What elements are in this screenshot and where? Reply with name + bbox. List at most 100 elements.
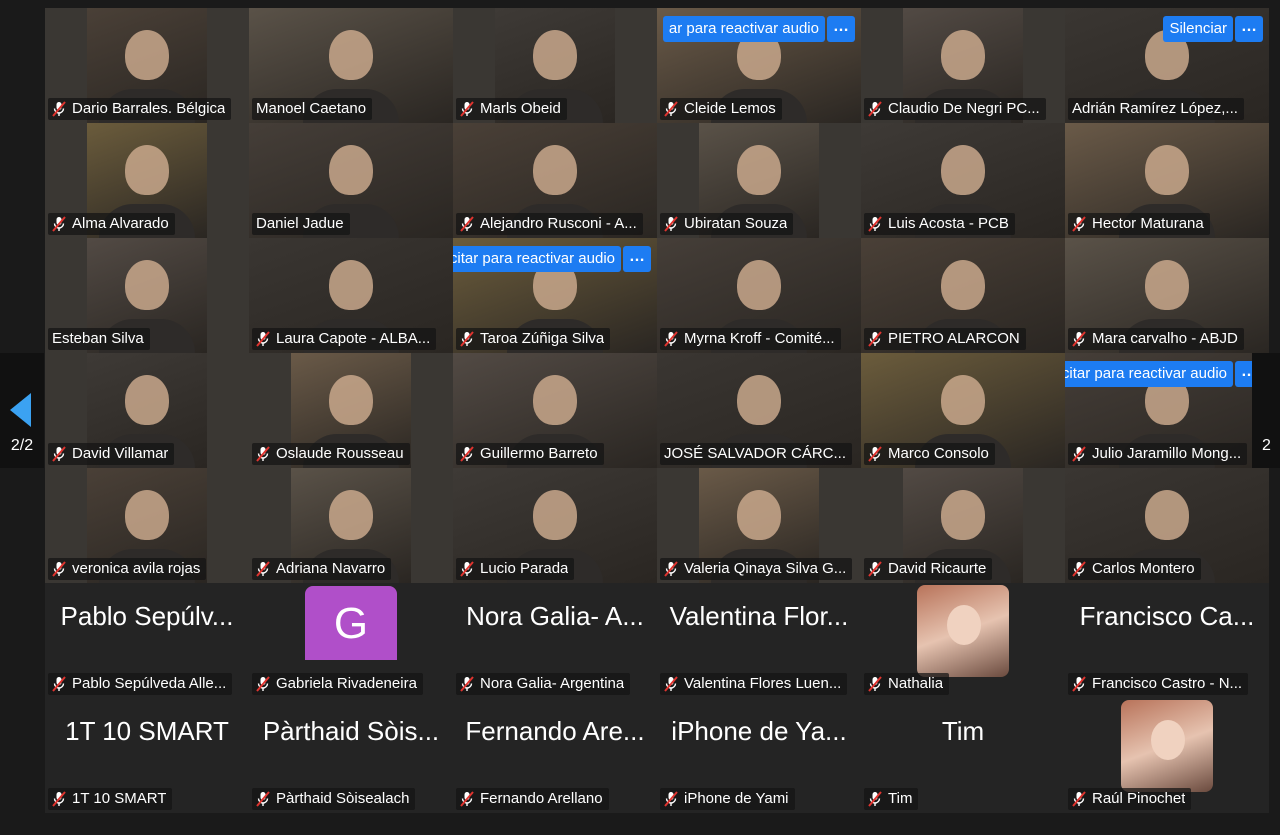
participant-tile[interactable]: Francisco Ca... Francisco Castro - N... bbox=[1065, 583, 1269, 698]
participant-tile[interactable]: Guillermo Barreto bbox=[453, 353, 657, 468]
avatar-initial: G bbox=[305, 586, 397, 660]
participant-tile[interactable]: Claudio De Negri PC... bbox=[861, 8, 1065, 123]
avatar-face bbox=[1151, 720, 1185, 760]
muted-mic-icon bbox=[1072, 331, 1086, 347]
unmute-request-button[interactable]: ar para reactivar audio bbox=[662, 16, 825, 42]
participant-name: Ubiratan Souza bbox=[684, 215, 788, 232]
participant-name: Mara carvalho - ABJD bbox=[1092, 330, 1238, 347]
muted-mic-icon bbox=[868, 561, 882, 577]
participant-tile[interactable]: Pablo Sepúlv... Pablo Sepúlveda Alle... bbox=[45, 583, 249, 698]
participant-tile[interactable]: iPhone de Ya... iPhone de Yami bbox=[657, 698, 861, 813]
participant-name: Valeria Qinaya Silva G... bbox=[684, 560, 847, 577]
participant-tile[interactable]: Myrna Kroff - Comité... bbox=[657, 238, 861, 353]
person-silhouette bbox=[125, 490, 169, 540]
participant-tile[interactable]: Laura Capote - ALBA... bbox=[249, 238, 453, 353]
muted-mic-icon bbox=[664, 101, 678, 117]
more-options-icon[interactable]: … bbox=[623, 246, 651, 272]
participant-name: Gabriela Rivadeneira bbox=[276, 675, 417, 692]
participant-tile[interactable]: Esteban Silva bbox=[45, 238, 249, 353]
participant-tile[interactable]: Manoel Caetano bbox=[249, 8, 453, 123]
participant-tile[interactable]: Carlos Montero bbox=[1065, 468, 1269, 583]
participant-tile[interactable]: Dario Barrales. Bélgica bbox=[45, 8, 249, 123]
participant-tile[interactable]: Marco Consolo bbox=[861, 353, 1065, 468]
participant-display-name: Tim bbox=[941, 716, 985, 746]
muted-mic-icon bbox=[256, 331, 270, 347]
unmute-request-button[interactable]: Solicitar para reactivar audio bbox=[453, 246, 621, 272]
participant-tile[interactable]: JOSÉ SALVADOR CÁRC... bbox=[657, 353, 861, 468]
participant-name-tag: Nora Galia- Argentina bbox=[456, 673, 631, 695]
participant-tile[interactable]: Marls Obeid bbox=[453, 8, 657, 123]
participant-name: Carlos Montero bbox=[1092, 560, 1195, 577]
participant-tile[interactable]: Alejandro Rusconi - A... bbox=[453, 123, 657, 238]
participant-name-tag: Mara carvalho - ABJD bbox=[1068, 328, 1244, 350]
participant-name-tag: Manoel Caetano bbox=[252, 98, 373, 120]
participant-name-tag: Taroa Zúñiga Silva bbox=[456, 328, 611, 350]
participant-grid: Dario Barrales. Bélgica Manoel Caetano Mar… bbox=[45, 8, 1269, 814]
participant-tile[interactable]: Ubiratan Souza bbox=[657, 123, 861, 238]
participant-name-tag: Valeria Qinaya Silva G... bbox=[660, 558, 853, 580]
participant-name: Nora Galia- Argentina bbox=[480, 675, 625, 692]
participant-tile[interactable]: Tim Tim bbox=[861, 698, 1065, 813]
participant-name: Marls Obeid bbox=[480, 100, 561, 117]
muted-mic-icon bbox=[52, 561, 66, 577]
participant-tile[interactable]: Nora Galia- A... Nora Galia- Argentina bbox=[453, 583, 657, 698]
participant-tile[interactable]: Silenciar… Adrián Ramírez López,... bbox=[1065, 8, 1269, 123]
participant-name-tag: Laura Capote - ALBA... bbox=[252, 328, 437, 350]
person-silhouette bbox=[941, 490, 985, 540]
participant-tile[interactable]: Mara carvalho - ABJD bbox=[1065, 238, 1269, 353]
participant-tile[interactable]: PIETRO ALARCON bbox=[861, 238, 1065, 353]
muted-mic-icon bbox=[52, 676, 66, 692]
participant-tile[interactable]: Oslaude Rousseau bbox=[249, 353, 453, 468]
participant-tile[interactable]: Fernando Are... Fernando Arellano bbox=[453, 698, 657, 813]
participant-tile[interactable]: Hector Maturana bbox=[1065, 123, 1269, 238]
participant-name-tag: Carlos Montero bbox=[1068, 558, 1201, 580]
participant-name: Daniel Jadue bbox=[256, 215, 344, 232]
participant-name-tag: Gabriela Rivadeneira bbox=[252, 673, 423, 695]
participant-display-name: Francisco Ca... bbox=[1079, 601, 1255, 631]
participant-tile[interactable]: Solicitar para reactivar audio…Julio Jar… bbox=[1065, 353, 1269, 468]
participant-display-name: Valentina Flor... bbox=[669, 601, 849, 631]
participant-tile[interactable]: Pàrthaid Sòis... Pàrthaid Sòisealach bbox=[249, 698, 453, 813]
muted-mic-icon bbox=[460, 216, 474, 232]
participant-tile[interactable]: Daniel Jadue bbox=[249, 123, 453, 238]
participant-name: 1T 10 SMART bbox=[72, 790, 167, 807]
prev-page-button[interactable]: 2/2 bbox=[0, 353, 44, 468]
participant-display-name: 1T 10 SMART bbox=[65, 716, 229, 746]
participant-name: Dario Barrales. Bélgica bbox=[72, 100, 226, 117]
participant-tile[interactable]: Solicitar para reactivar audio… Taroa Zúñ… bbox=[453, 238, 657, 353]
participant-name: Alma Alvarado bbox=[72, 215, 169, 232]
next-page-button[interactable]: 2 bbox=[1252, 353, 1280, 468]
participant-name: Myrna Kroff - Comité... bbox=[684, 330, 835, 347]
participant-name-tag: Lucio Parada bbox=[456, 558, 575, 580]
participant-tile[interactable]: Raúl Pinochet bbox=[1065, 698, 1269, 813]
muted-mic-icon bbox=[1072, 791, 1086, 807]
participant-tile[interactable]: David Ricaurte bbox=[861, 468, 1065, 583]
participant-tile[interactable]: Adriana Navarro bbox=[249, 468, 453, 583]
participant-tile[interactable]: ar para reactivar audio… Cleide Lemos bbox=[657, 8, 861, 123]
muted-mic-icon bbox=[1072, 676, 1086, 692]
unmute-request-button[interactable]: Silenciar bbox=[1163, 16, 1233, 42]
participant-tile[interactable]: veronica avila rojas bbox=[45, 468, 249, 583]
participant-tile[interactable]: 1T 10 SMART 1T 10 SMART bbox=[45, 698, 249, 813]
person-silhouette bbox=[1145, 260, 1189, 310]
participant-name-tag: Francisco Castro - N... bbox=[1068, 673, 1249, 695]
prev-page-arrow-icon[interactable] bbox=[10, 393, 31, 427]
muted-mic-icon bbox=[1072, 446, 1086, 462]
participant-tile[interactable]: Luis Acosta - PCB bbox=[861, 123, 1065, 238]
muted-mic-icon bbox=[664, 331, 678, 347]
participant-tile[interactable]: Alma Alvarado bbox=[45, 123, 249, 238]
participant-tile[interactable]: Nathalia bbox=[861, 583, 1065, 698]
more-options-icon[interactable]: … bbox=[827, 16, 855, 42]
participant-tile[interactable]: Valeria Qinaya Silva G... bbox=[657, 468, 861, 583]
participant-tile[interactable]: G Gabriela Rivadeneira bbox=[249, 583, 453, 698]
participant-name-tag: Claudio De Negri PC... bbox=[864, 98, 1046, 120]
participant-tile[interactable]: Lucio Parada bbox=[453, 468, 657, 583]
participant-name-tag: Guillermo Barreto bbox=[456, 443, 604, 465]
unmute-request-button[interactable]: Solicitar para reactivar audio bbox=[1065, 361, 1233, 387]
muted-mic-icon bbox=[868, 446, 882, 462]
participant-tile[interactable]: Valentina Flor... Valentina Flores Luen..… bbox=[657, 583, 861, 698]
participant-tile[interactable]: David Villamar bbox=[45, 353, 249, 468]
muted-mic-icon bbox=[868, 331, 882, 347]
participant-name-tag: iPhone de Yami bbox=[660, 788, 795, 810]
more-options-icon[interactable]: … bbox=[1235, 16, 1263, 42]
